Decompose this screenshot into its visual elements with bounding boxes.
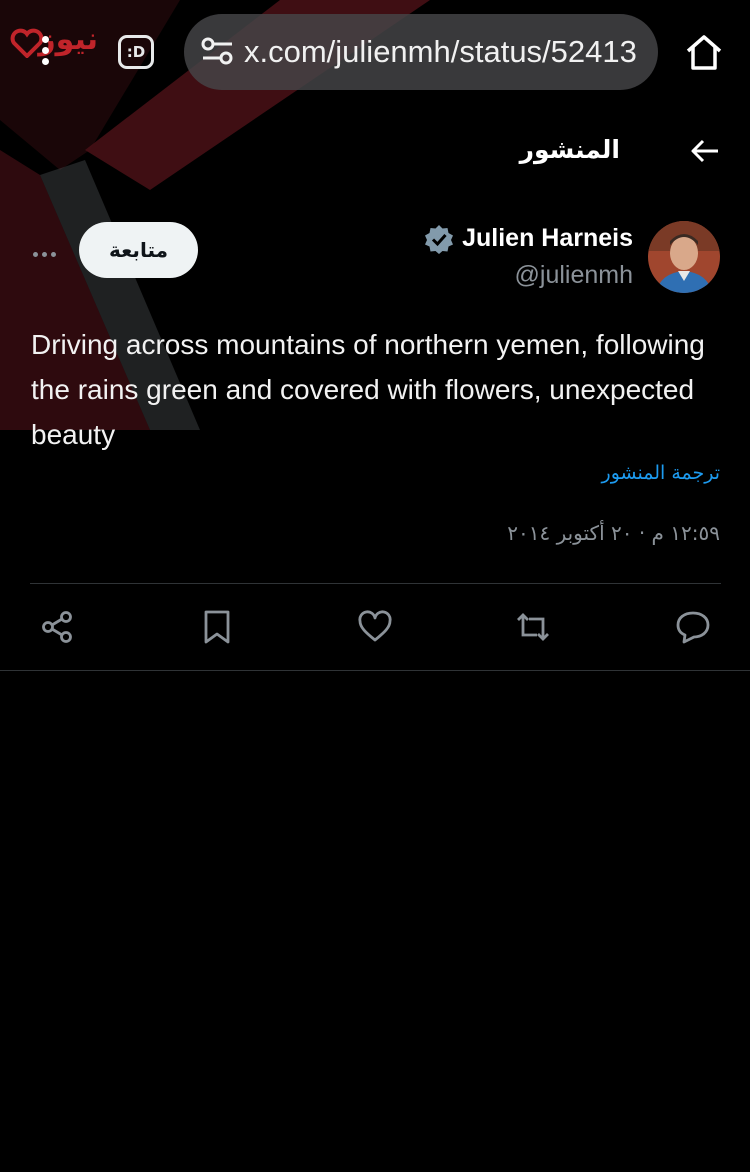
divider: [0, 670, 750, 671]
author-name[interactable]: Julien Harneis: [462, 224, 633, 253]
verified-badge-icon: [425, 225, 453, 254]
home-icon[interactable]: [684, 32, 724, 72]
share-button[interactable]: [39, 609, 75, 645]
reply-icon: [676, 611, 710, 644]
post-timestamp[interactable]: ١٢:٥٩ م · ٢٠ أكتوبر ٢٠١٤: [507, 521, 720, 545]
site-logo-watermark: نيوز: [8, 18, 98, 68]
avatar[interactable]: [648, 221, 720, 293]
repost-button[interactable]: [515, 609, 551, 645]
bookmark-button[interactable]: [199, 609, 235, 645]
post-text: Driving across mountains of northern yem…: [31, 329, 705, 450]
address-bar[interactable]: x.com/julienmh/status/52413: [184, 14, 658, 90]
follow-button[interactable]: متابعة: [79, 222, 198, 278]
translate-post-link[interactable]: ترجمة المنشور: [602, 462, 720, 484]
share-icon: [42, 611, 72, 643]
browser-toolbar: نيوز :D x.com/julienmh/status/52413: [0, 0, 750, 105]
divider: [30, 583, 721, 584]
tab-switcher-button[interactable]: :D: [118, 35, 154, 69]
more-options-icon[interactable]: [33, 244, 61, 257]
site-settings-icon[interactable]: [198, 32, 238, 72]
back-arrow-icon[interactable]: [690, 136, 720, 166]
tab-switcher-label: :D: [126, 43, 146, 61]
author-handle[interactable]: @julienmh: [515, 261, 633, 290]
reply-button[interactable]: [675, 609, 711, 645]
like-icon: [358, 610, 392, 642]
page-title: المنشور: [519, 135, 620, 164]
like-button[interactable]: [357, 609, 393, 645]
avatar-image: [648, 221, 720, 293]
repost-icon: [517, 613, 549, 641]
bookmark-icon: [204, 610, 230, 644]
url-text[interactable]: x.com/julienmh/status/52413: [244, 34, 644, 70]
follow-button-label: متابعة: [109, 238, 168, 262]
page-header: المنشور: [0, 115, 750, 195]
browser-menu-icon[interactable]: [38, 36, 52, 70]
